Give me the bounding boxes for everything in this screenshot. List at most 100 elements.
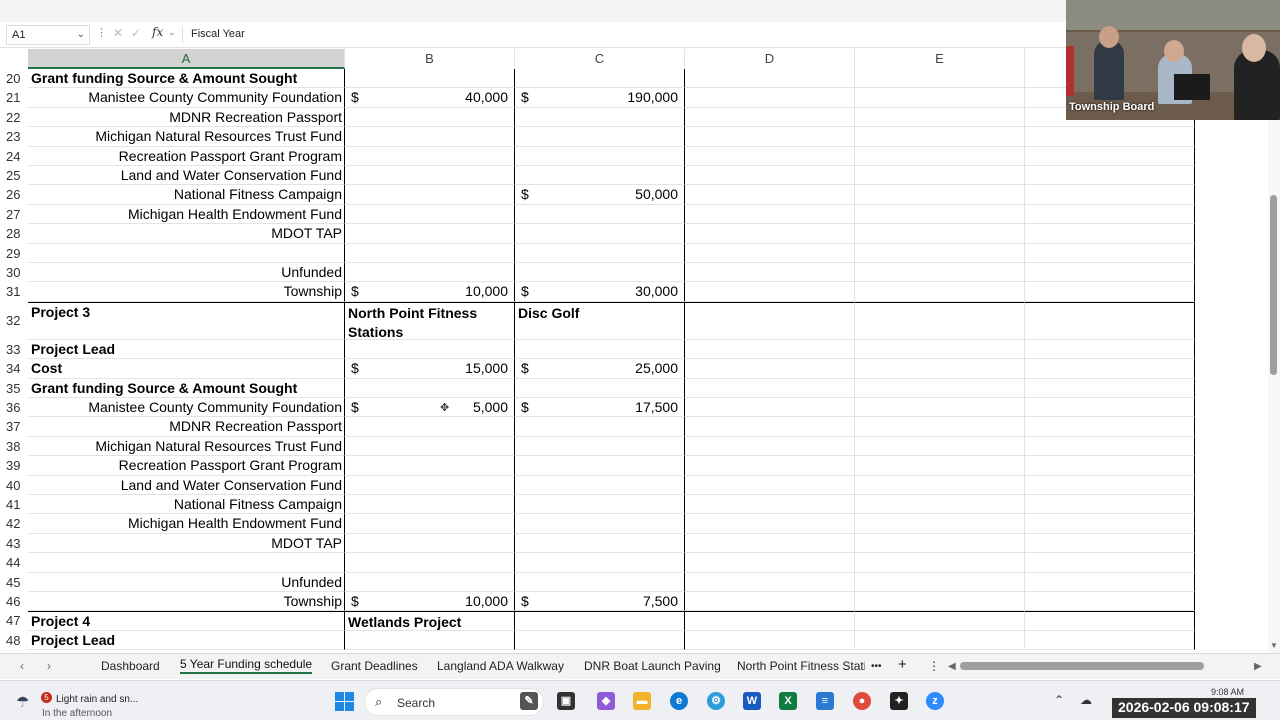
cell-b[interactable]: [345, 533, 515, 554]
empty-cell[interactable]: [685, 553, 855, 573]
cell-c[interactable]: [515, 224, 685, 244]
empty-cell[interactable]: [855, 166, 1025, 186]
empty-cell[interactable]: [855, 572, 1025, 592]
empty-cell[interactable]: [855, 630, 1025, 651]
row-number[interactable]: 21: [0, 88, 28, 107]
row-number[interactable]: 37: [0, 417, 28, 436]
cell-b[interactable]: [345, 107, 515, 128]
cell-c[interactable]: [515, 127, 685, 147]
row-number[interactable]: 29: [0, 244, 28, 263]
excel-icon[interactable]: X: [779, 692, 797, 710]
cell-b[interactable]: [345, 436, 515, 457]
empty-cell[interactable]: [685, 146, 855, 166]
prev-sheet-icon[interactable]: ‹: [20, 659, 24, 673]
cell-a[interactable]: [28, 243, 345, 263]
cell-c[interactable]: [515, 263, 685, 283]
row-number[interactable]: 40: [0, 476, 28, 495]
empty-cell[interactable]: [1025, 282, 1195, 302]
cell-b[interactable]: $15,000: [345, 359, 515, 379]
empty-cell[interactable]: [685, 398, 855, 418]
chevron-down-icon[interactable]: ⌄: [77, 29, 85, 40]
empty-cell[interactable]: [855, 553, 1025, 573]
row-number[interactable]: 48: [0, 631, 28, 650]
empty-cell[interactable]: [685, 436, 855, 457]
empty-cell[interactable]: [685, 533, 855, 554]
cell-a[interactable]: Manistee County Community Foundation: [28, 398, 345, 418]
cell-c[interactable]: $50,000: [515, 185, 685, 205]
empty-cell[interactable]: [1025, 514, 1195, 534]
row-number[interactable]: 33: [0, 340, 28, 359]
cell-b[interactable]: [345, 224, 515, 244]
cell-b[interactable]: [345, 127, 515, 147]
row-number[interactable]: 27: [0, 205, 28, 224]
empty-cell[interactable]: [685, 572, 855, 592]
empty-cell[interactable]: [1025, 378, 1195, 398]
sheet-tab-dnr-boat[interactable]: DNR Boat Launch Paving: [584, 659, 721, 673]
cell-a[interactable]: Recreation Passport Grant Program: [28, 456, 345, 476]
empty-cell[interactable]: [1025, 224, 1195, 244]
empty-cell[interactable]: [1025, 417, 1195, 437]
cell-a[interactable]: Michigan Natural Resources Trust Fund: [28, 436, 345, 457]
row-number[interactable]: 28: [0, 224, 28, 243]
cell-a[interactable]: MDNR Recreation Passport: [28, 107, 345, 128]
empty-cell[interactable]: [685, 263, 855, 283]
row-number[interactable]: 45: [0, 573, 28, 592]
more-sheets-icon[interactable]: •••: [871, 661, 882, 672]
cell-b[interactable]: [345, 456, 515, 476]
next-sheet-icon[interactable]: ›: [47, 659, 51, 673]
column-header-a[interactable]: A: [28, 49, 345, 69]
app-icon[interactable]: ✦: [890, 692, 908, 710]
tray-chevron-icon[interactable]: ⌃: [1054, 693, 1064, 707]
start-button[interactable]: [335, 692, 355, 712]
empty-cell[interactable]: [685, 107, 855, 128]
empty-cell[interactable]: [1025, 630, 1195, 651]
empty-cell[interactable]: [685, 417, 855, 437]
cell-a[interactable]: MDOT TAP: [28, 224, 345, 244]
cell-b[interactable]: [345, 475, 515, 495]
add-sheet-icon[interactable]: +: [898, 656, 907, 673]
vertical-scrollbar[interactable]: ▲ ▼: [1268, 49, 1280, 653]
empty-cell[interactable]: [1025, 359, 1195, 379]
cell-a[interactable]: Project 4: [28, 611, 345, 631]
scroll-right-icon[interactable]: ▶: [1254, 661, 1262, 672]
taskbar-search[interactable]: ⌕ Search: [364, 688, 544, 716]
name-box[interactable]: A1 ⌄: [6, 25, 90, 45]
cell-b[interactable]: $10,000: [345, 282, 515, 302]
empty-cell[interactable]: [685, 166, 855, 186]
cell-b[interactable]: [345, 630, 515, 651]
edge-icon[interactable]: e: [670, 692, 688, 710]
row-number[interactable]: 46: [0, 592, 28, 611]
empty-cell[interactable]: [685, 243, 855, 263]
cell-grid[interactable]: 20 Grant funding Source & Amount Sought 21…: [0, 69, 1268, 652]
select-all-corner[interactable]: [0, 49, 28, 69]
empty-cell[interactable]: [855, 533, 1025, 554]
cell-c[interactable]: [515, 436, 685, 457]
sheet-tab-dashboard[interactable]: Dashboard: [101, 659, 160, 673]
empty-cell[interactable]: [855, 417, 1025, 437]
empty-cell[interactable]: [855, 378, 1025, 398]
empty-cell[interactable]: [685, 339, 855, 360]
cell-b[interactable]: North Point Fitness Stations: [345, 301, 515, 340]
cell-c[interactable]: [515, 475, 685, 495]
cell-a[interactable]: Michigan Health Endowment Fund: [28, 204, 345, 225]
file-explorer-icon[interactable]: ▬: [633, 692, 651, 710]
cell-c[interactable]: [515, 533, 685, 554]
empty-cell[interactable]: [855, 359, 1025, 379]
empty-cell[interactable]: [1025, 572, 1195, 592]
cell-c[interactable]: $30,000: [515, 282, 685, 302]
row-number[interactable]: 36: [0, 398, 28, 417]
empty-cell[interactable]: [1025, 339, 1195, 360]
weather-widget[interactable]: ☂ 5 Light rain and sn... In the afternoo…: [14, 687, 144, 719]
row-number[interactable]: 35: [0, 379, 28, 398]
chevron-down-icon[interactable]: ⌄: [168, 27, 176, 38]
confirm-icon[interactable]: ✓: [131, 26, 141, 40]
row-number[interactable]: 47: [0, 611, 28, 630]
empty-cell[interactable]: [1025, 301, 1195, 340]
cell-a[interactable]: National Fitness Campaign: [28, 495, 345, 515]
cell-c[interactable]: [515, 630, 685, 651]
cell-c[interactable]: [515, 611, 685, 631]
empty-cell[interactable]: [685, 630, 855, 651]
empty-cell[interactable]: [855, 456, 1025, 476]
word-icon[interactable]: W: [743, 692, 761, 710]
empty-cell[interactable]: [855, 475, 1025, 495]
